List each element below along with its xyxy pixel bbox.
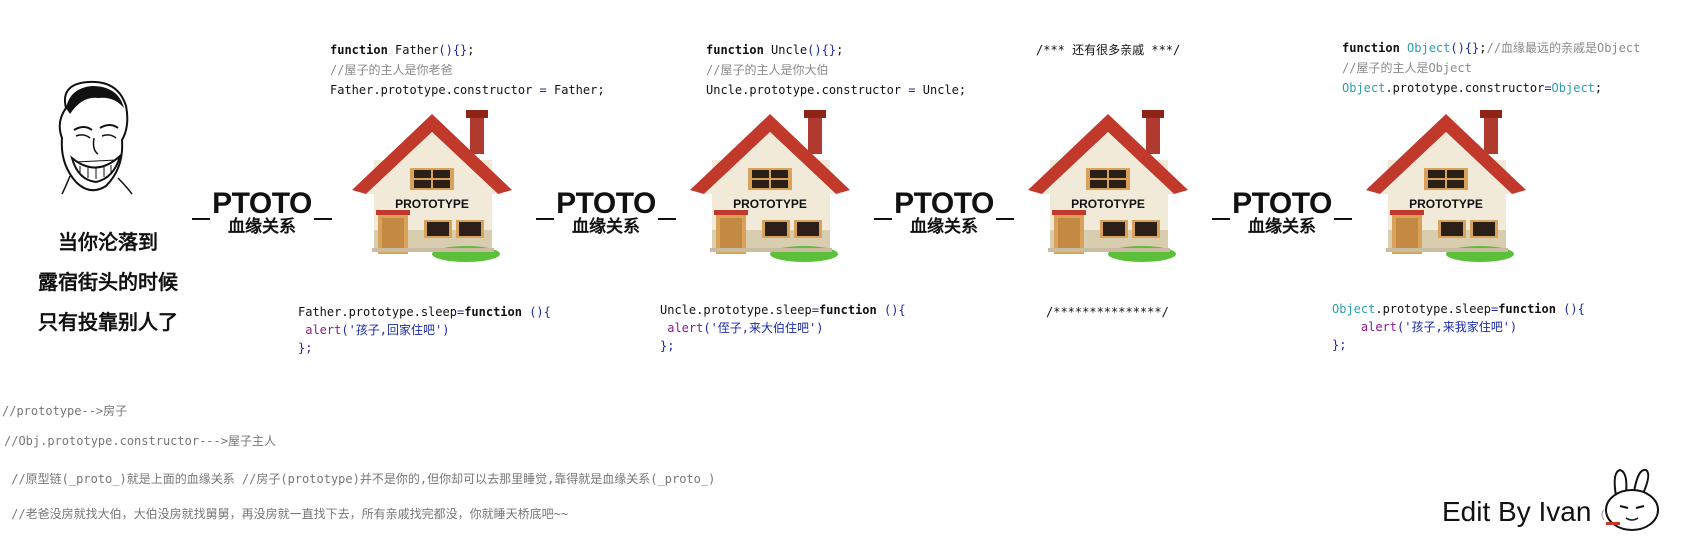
- ptoto-link: PTOTO 血缘关系: [1212, 189, 1352, 237]
- ptoto-link: PTOTO 血缘关系: [536, 189, 676, 237]
- house-icon: PROTOTYPE: [1028, 108, 1188, 268]
- object-sleep-code: Object.prototype.sleep=function (){ aler…: [1332, 300, 1585, 354]
- house-icon: PROTOTYPE: [352, 108, 512, 268]
- link-sublabel: 血缘关系: [572, 217, 640, 237]
- house-label: PROTOTYPE: [733, 197, 807, 211]
- meme-caption-line: 当你沦落到: [58, 230, 158, 254]
- code-paren: (){: [1555, 302, 1585, 316]
- code-text: ;: [1594, 81, 1603, 95]
- link-bar: [874, 218, 892, 220]
- code-text: ;: [467, 43, 475, 57]
- note-line: //Obj.prototype.constructor--->屋子主人: [4, 434, 276, 448]
- code-string: ('孩子,来我家住吧'): [1397, 320, 1518, 334]
- code-comment: Object: [1428, 61, 1472, 75]
- code-operator: =: [908, 83, 916, 97]
- link-sublabel: 血缘关系: [228, 217, 296, 237]
- code-text: Father.prototype.constructor: [330, 83, 540, 97]
- code-text: .prototype.constructor: [1385, 81, 1545, 95]
- code-comment: //血缘最远的亲戚是: [1486, 41, 1597, 55]
- code-text: .prototype.sleep: [1375, 302, 1491, 316]
- code-paren: (){: [521, 305, 551, 319]
- code-string: ('孩子,回家住吧'): [341, 323, 450, 337]
- link-bar: [1212, 218, 1230, 220]
- link-bar: [536, 218, 554, 220]
- ptoto-link: PTOTO 血缘关系: [874, 189, 1014, 237]
- link-label: PTOTO: [556, 187, 656, 220]
- code-comment: //屋子的主人是你大伯: [706, 63, 829, 77]
- uncle-constructor-code: function Uncle(){}; //屋子的主人是你大伯 Uncle.pr…: [706, 40, 966, 100]
- meme-caption-line: 露宿街头的时候: [38, 270, 178, 294]
- code-keyword: function: [706, 43, 764, 57]
- code-keyword: function: [818, 303, 877, 317]
- code-comment: //屋子的主人是你老爸: [330, 63, 453, 77]
- link-label: PTOTO: [894, 187, 994, 220]
- house-label: PROTOTYPE: [395, 197, 469, 211]
- bunny-smoking-icon: [1598, 466, 1672, 532]
- link-sublabel: 血缘关系: [1248, 217, 1316, 237]
- code-text: Father: [387, 43, 439, 57]
- troll-face-icon: [48, 78, 138, 196]
- code-object: Object: [1342, 81, 1386, 95]
- code-text: Uncle;: [915, 83, 967, 97]
- object-constructor-code: function Object(){};//血缘最远的亲戚是Object //屋…: [1342, 38, 1640, 98]
- code-comment: //屋子的主人是: [1342, 61, 1429, 75]
- code-operator: =: [1544, 81, 1552, 95]
- link-label: PTOTO: [212, 187, 312, 220]
- code-text: };: [1332, 338, 1347, 352]
- note-line: //prototype-->房子: [2, 404, 128, 418]
- code-text: Father.prototype.sleep: [298, 305, 457, 319]
- code-paren: (){: [876, 303, 906, 317]
- code-operator: =: [539, 83, 547, 97]
- code-object: Object: [1399, 41, 1451, 55]
- code-keyword: function: [1498, 302, 1556, 316]
- code-object: Object: [1551, 81, 1595, 95]
- code-comment: Object: [1596, 41, 1641, 55]
- link-bar: [314, 218, 332, 220]
- link-label: PTOTO: [1232, 187, 1332, 220]
- link-bar: [996, 218, 1014, 220]
- code-keyword: function: [330, 43, 388, 57]
- relatives-end-comment: /***************/: [1046, 305, 1169, 319]
- code-text: Father;: [546, 83, 605, 97]
- code-alert: alert: [298, 323, 342, 337]
- signature: Edit By Ivan: [1442, 496, 1592, 527]
- note-line: //原型链(_proto_)就是上面的血缘关系 //房子(prototype)并…: [4, 472, 716, 486]
- ptoto-link: PTOTO 血缘关系: [192, 189, 332, 237]
- link-bar: [658, 218, 676, 220]
- code-text: Uncle.prototype.constructor: [706, 83, 909, 97]
- house-icon: PROTOTYPE: [1366, 108, 1526, 268]
- code-paren: (){}: [1450, 41, 1480, 55]
- code-text: };: [660, 339, 675, 353]
- code-text: Uncle: [763, 43, 808, 57]
- code-text: };: [298, 341, 313, 355]
- house-label: PROTOTYPE: [1071, 197, 1145, 211]
- code-text: ;: [836, 43, 844, 57]
- code-alert: alert: [1332, 320, 1398, 334]
- meme-caption-line: 只有投靠别人了: [38, 310, 178, 334]
- relatives-comment: /*** 还有很多亲戚 ***/: [1036, 43, 1181, 57]
- code-keyword: function: [464, 305, 522, 319]
- father-constructor-code: function Father(){}; //屋子的主人是你老爸 Father.…: [330, 40, 605, 100]
- code-paren: (){}: [807, 43, 837, 57]
- code-paren: (){}: [438, 43, 468, 57]
- code-text: Uncle.prototype.sleep: [660, 303, 812, 317]
- code-object: Object: [1332, 302, 1376, 316]
- father-sleep-code: Father.prototype.sleep=function (){ aler…: [298, 303, 551, 357]
- note-line: //老爸没房就找大伯，大伯没房就找舅舅，再没房就一直找下去，所有亲戚找完都没，你…: [4, 507, 569, 521]
- code-operator: =: [811, 303, 819, 317]
- link-bar: [1334, 218, 1352, 220]
- link-bar: [192, 218, 210, 220]
- code-string: ('侄子,来大伯住吧'): [703, 321, 824, 335]
- code-keyword: function: [1342, 41, 1400, 55]
- uncle-sleep-code: Uncle.prototype.sleep=function (){ alert…: [660, 301, 906, 355]
- house-icon: PROTOTYPE: [690, 108, 850, 268]
- link-sublabel: 血缘关系: [910, 217, 978, 237]
- code-text: ;: [1479, 41, 1487, 55]
- house-label: PROTOTYPE: [1409, 197, 1483, 211]
- meme-caption: 当你沦落到 露宿街头的时候 只有投靠别人了: [24, 222, 192, 342]
- code-alert: alert: [660, 321, 704, 335]
